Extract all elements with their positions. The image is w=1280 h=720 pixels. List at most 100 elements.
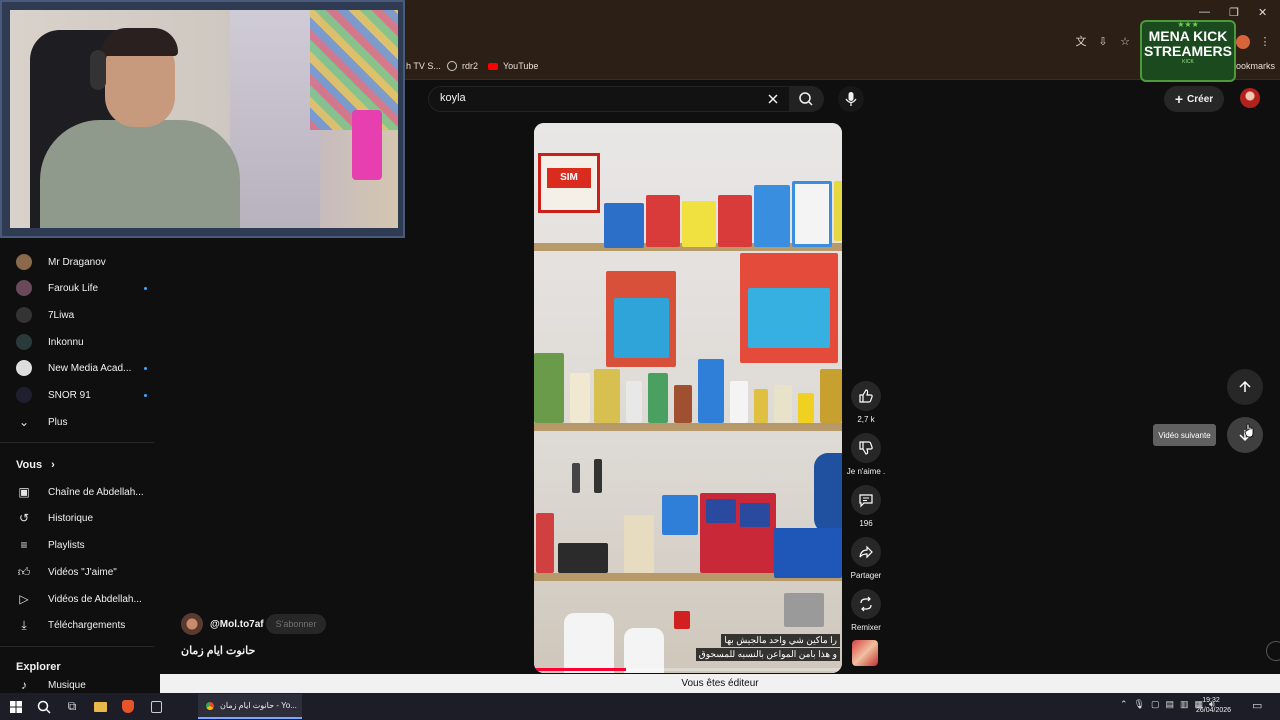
search-button[interactable] [790, 86, 824, 112]
channel-avatar [16, 360, 32, 376]
tray-app-icon[interactable]: ▢ [1151, 699, 1160, 710]
sidebar-subscription[interactable]: SNOR 91 [16, 382, 156, 408]
task-view-icon[interactable]: ⧉ [58, 693, 86, 720]
clear-search-icon[interactable] [767, 93, 779, 105]
create-button[interactable]: + Créer [1164, 86, 1224, 112]
like-count: 2,7 k [857, 415, 875, 424]
file-explorer-icon[interactable] [86, 693, 114, 720]
chevron-down-icon: ⌄ [18, 415, 30, 429]
sidebar-subscription[interactable]: New Media Acad... [16, 355, 156, 381]
music-icon: ♪ [21, 678, 27, 692]
stream-overlay-logo: ★★★ MENA KICK STREAMERS KICK [1140, 20, 1236, 82]
bookmark-item[interactable]: h TV S... [406, 61, 441, 71]
microphone-icon [845, 92, 857, 106]
sidebar-subscription[interactable]: 7Liwa [16, 302, 156, 328]
taskbar-chrome-window[interactable]: حانوت ايام زمان - Yo... [198, 694, 302, 719]
dislike-action[interactable]: Je n'aime . [836, 433, 896, 476]
new-content-dot [144, 367, 147, 370]
like-button[interactable] [851, 381, 881, 411]
sidebar-item-your-videos[interactable]: ▷ Vidéos de Abdellah... [16, 586, 156, 612]
sidebar-divider [0, 646, 154, 647]
editor-notice-bar: Vous êtes éditeur [160, 674, 1280, 693]
history-icon: ↺ [18, 511, 30, 525]
comments-action[interactable]: 196 [836, 485, 896, 528]
side-panel-toggle[interactable] [1266, 641, 1280, 661]
chrome-icon [204, 699, 216, 712]
channel-avatar [16, 280, 32, 296]
calculator-icon[interactable] [142, 693, 170, 720]
minimize-icon[interactable]: — [1199, 6, 1210, 18]
share-label: Partager [850, 571, 882, 580]
search-input[interactable] [428, 86, 790, 112]
brave-browser-icon[interactable] [114, 693, 142, 720]
taskbar-clock[interactable]: 19:32 26/04/2026 [1196, 696, 1231, 716]
thumbs-up-icon [859, 389, 873, 403]
like-action[interactable]: 2,7 k [836, 381, 896, 424]
sidebar-item-music[interactable]: ♪ Musique [16, 677, 156, 693]
thumbs-down-icon [859, 441, 873, 455]
share-action[interactable]: Partager [836, 537, 896, 580]
sidebar-item-playlists[interactable]: ≡ Playlists [16, 532, 156, 558]
plus-icon: + [1174, 91, 1184, 107]
share-button[interactable] [851, 537, 881, 567]
download-icon: ⤓ [21, 617, 27, 632]
notifications-icon[interactable]: ▭ [1252, 699, 1262, 712]
youtube-icon [488, 62, 498, 70]
brave-shield-icon[interactable] [1236, 35, 1250, 49]
dislike-button[interactable] [851, 433, 881, 463]
comments-count: 196 [859, 519, 873, 528]
new-content-dot [144, 287, 147, 290]
sidebar-you-header[interactable]: Vous › [16, 459, 55, 471]
sidebar-item-channel[interactable]: ▣ Chaîne de Abdellah... [16, 479, 156, 505]
share-icon [859, 545, 873, 559]
comments-button[interactable] [851, 485, 881, 515]
sidebar-explore-header: Explorer [16, 661, 61, 673]
channel-avatar[interactable] [181, 613, 203, 635]
channel-icon: ▣ [18, 485, 30, 499]
bookmark-item[interactable]: rdr2 [447, 61, 478, 71]
search-icon [799, 92, 813, 106]
sidebar-subscription[interactable]: Inkonnu [16, 329, 156, 355]
taskbar-search-icon[interactable] [30, 693, 58, 720]
install-app-icon[interactable]: ⇩ [1096, 35, 1110, 49]
bookmark-star-icon[interactable]: ☆ [1118, 35, 1132, 49]
windows-taskbar: ⧉ [0, 693, 1280, 720]
progress-track[interactable] [534, 668, 842, 671]
sound-thumbnail[interactable] [852, 640, 878, 666]
tray-overflow-icon[interactable]: ⌃ [1120, 699, 1128, 710]
sidebar-item-history[interactable]: ↺ Historique [16, 505, 156, 531]
restore-icon[interactable]: ❐ [1229, 6, 1239, 19]
sidebar-divider [0, 442, 154, 443]
caption-line: و هذا بامن المواعن بالنسبه للمسحوق [695, 648, 840, 661]
mouse-cursor-icon [1244, 423, 1254, 438]
all-bookmarks[interactable]: ookmarks [1236, 61, 1275, 71]
microphone-tray-icon[interactable]: 🎙︎ [1134, 699, 1145, 710]
sidebar-subscription[interactable]: Farouk Life [16, 275, 156, 301]
sidebar-item-downloads[interactable]: ⤓ Téléchargements [16, 612, 156, 638]
menu-kebab-icon[interactable]: ⋮ [1258, 35, 1272, 49]
remix-button[interactable] [851, 589, 881, 619]
remix-icon [860, 596, 872, 612]
tray-app-icon[interactable]: ▤ [1166, 699, 1175, 710]
sidebar-subscription[interactable]: Mr Draganov [16, 249, 156, 275]
globe-icon [447, 61, 457, 71]
subscribe-button[interactable]: S'abonner [266, 614, 326, 634]
account-avatar[interactable] [1240, 88, 1260, 108]
chevron-right-icon: › [51, 459, 55, 471]
remix-label: Remixer [851, 623, 881, 632]
voice-search-button[interactable] [838, 86, 864, 112]
windows-start-icon[interactable] [2, 693, 30, 720]
sidebar-item-liked[interactable]: 👍︎ Vidéos "J'aime" [16, 559, 156, 585]
tray-app-icon[interactable]: ▥ [1180, 699, 1189, 710]
channel-handle[interactable]: @Mol.to7af [210, 619, 264, 630]
remix-action[interactable]: Remixer [836, 589, 896, 632]
translate-icon[interactable]: 文 [1074, 35, 1088, 49]
webcam-feed [10, 10, 398, 228]
sidebar-show-more[interactable]: ⌄ Plus [16, 409, 156, 435]
short-video-player[interactable]: SIM را ماكين شي واحد مالجيش بها و هذا با… [534, 123, 842, 673]
close-window-icon[interactable]: ✕ [1258, 6, 1267, 19]
previous-video-button[interactable] [1227, 369, 1263, 405]
bookmark-item[interactable]: YouTube [488, 61, 538, 71]
comment-icon [859, 494, 873, 508]
caption-line: را ماكين شي واحد مالجيش بها [721, 634, 840, 647]
